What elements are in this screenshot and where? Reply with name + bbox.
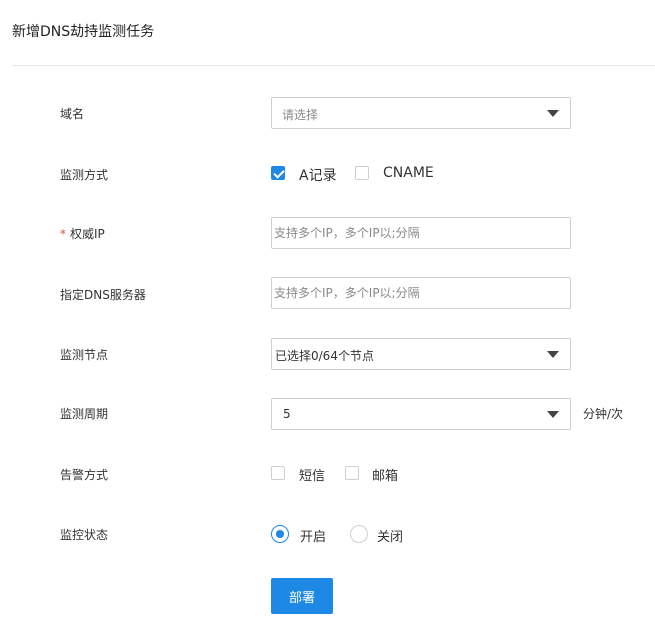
status-on-label[interactable]: 开启 <box>300 526 326 545</box>
chevron-down-icon <box>547 351 559 358</box>
authoritative-ip-label-text: 权威IP <box>70 227 105 241</box>
monitor-nodes-label: 监测节点 <box>60 348 109 362</box>
dns-server-label: 指定DNS服务器 <box>60 288 146 302</box>
email-label[interactable]: 邮箱 <box>372 465 398 484</box>
required-mark: * <box>60 227 66 241</box>
sms-checkbox[interactable] <box>271 466 285 480</box>
dns-server-input[interactable] <box>272 278 568 308</box>
monitor-nodes-value: 已选择0/64个节点 <box>275 349 374 363</box>
authoritative-ip-input[interactable] <box>272 218 568 248</box>
authoritative-ip-label: * 权威IP <box>60 225 105 242</box>
domain-select-placeholder: 请选择 <box>282 108 319 122</box>
status-on-radio[interactable] <box>271 525 289 543</box>
monitor-period-select[interactable]: 5 <box>271 398 571 430</box>
domain-label: 域名 <box>60 107 85 121</box>
monitor-method-label: 监测方式 <box>60 168 109 182</box>
alert-method-label: 告警方式 <box>60 468 109 482</box>
authoritative-ip-field[interactable] <box>271 217 571 249</box>
monitor-period-label: 监测周期 <box>60 407 109 421</box>
page-title: 新增DNS劫持监测任务 <box>12 24 155 40</box>
monitor-period-value: 5 <box>283 407 291 421</box>
monitor-period-unit: 分钟/次 <box>583 407 624 421</box>
sms-label[interactable]: 短信 <box>299 465 325 484</box>
a-record-checkbox[interactable] <box>271 166 285 180</box>
email-checkbox[interactable] <box>345 466 359 480</box>
monitor-status-label: 监控状态 <box>60 528 109 542</box>
status-off-radio[interactable] <box>350 525 368 543</box>
cname-label[interactable]: CNAME <box>383 165 434 181</box>
chevron-down-icon <box>547 411 559 418</box>
dns-server-field[interactable] <box>271 277 571 309</box>
domain-select[interactable]: 请选择 <box>271 97 571 129</box>
status-off-label[interactable]: 关闭 <box>377 526 403 545</box>
a-record-label[interactable]: A记录 <box>299 165 337 185</box>
monitor-nodes-select[interactable]: 已选择0/64个节点 <box>271 338 571 370</box>
header-divider <box>12 65 655 66</box>
cname-checkbox[interactable] <box>355 166 369 180</box>
chevron-down-icon <box>547 110 559 117</box>
deploy-button[interactable]: 部署 <box>271 578 333 614</box>
